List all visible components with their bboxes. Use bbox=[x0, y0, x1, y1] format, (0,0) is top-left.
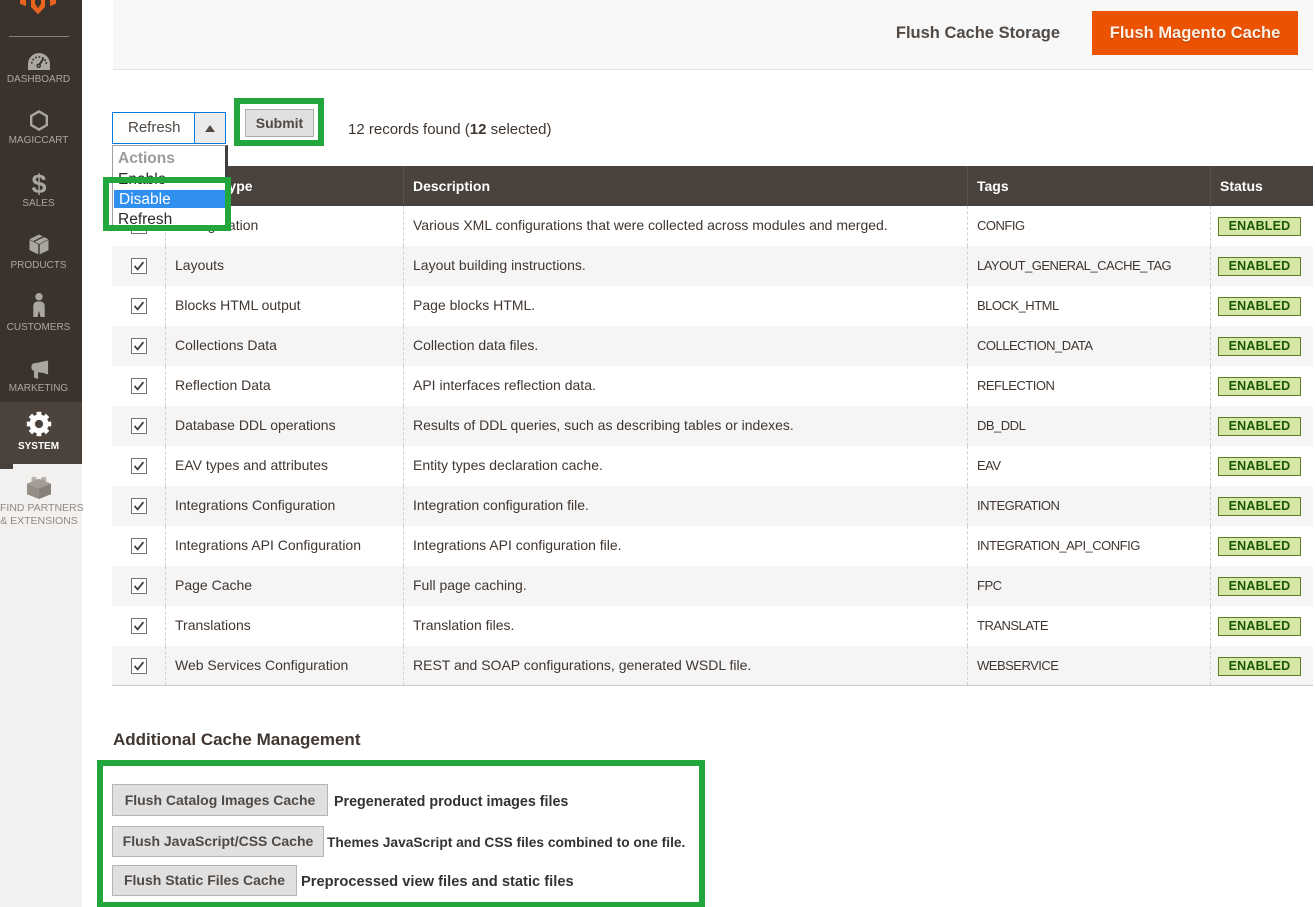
svg-text:$: $ bbox=[31, 172, 46, 197]
